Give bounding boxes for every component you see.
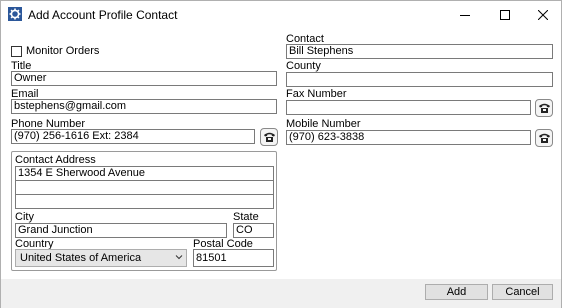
- maximize-button[interactable]: [487, 1, 523, 29]
- title-field[interactable]: Owner: [11, 71, 277, 86]
- monitor-orders-checkbox[interactable]: [11, 45, 22, 57]
- mobile-field[interactable]: (970) 623-3838: [286, 130, 531, 145]
- county-field[interactable]: [286, 72, 553, 87]
- address-line-3-field[interactable]: [15, 194, 274, 209]
- mobile-label: Mobile Number: [286, 118, 361, 130]
- monitor-orders-label: Monitor Orders: [26, 45, 100, 57]
- title-bar: Add Account Profile Contact: [1, 1, 561, 29]
- add-button[interactable]: Add: [425, 284, 488, 300]
- chevron-down-icon: [175, 255, 183, 260]
- monitor-orders-row[interactable]: Monitor Orders: [11, 45, 99, 57]
- country-select-value: United States of America: [20, 252, 142, 264]
- state-label: State: [233, 211, 259, 223]
- contact-address-label: Contact Address: [15, 154, 96, 166]
- address-line-1-field[interactable]: 1354 E Sherwood Avenue: [15, 166, 274, 181]
- fax-label: Fax Number: [286, 88, 347, 100]
- gear-icon: [8, 7, 22, 21]
- window-title: Add Account Profile Contact: [28, 8, 178, 22]
- dialog-window: Add Account Profile Contact Monitor Orde…: [0, 0, 562, 308]
- close-button[interactable]: [525, 1, 561, 29]
- phone-dial-button[interactable]: [260, 128, 278, 146]
- city-label: City: [15, 211, 34, 223]
- minimize-button[interactable]: [447, 1, 483, 29]
- telephone-icon: [538, 133, 550, 143]
- close-icon: [538, 10, 548, 20]
- fax-dial-button[interactable]: [535, 99, 553, 117]
- city-field[interactable]: Grand Junction: [15, 223, 227, 238]
- postal-code-field[interactable]: 81501: [193, 249, 274, 267]
- country-select[interactable]: United States of America: [15, 249, 187, 267]
- cancel-button[interactable]: Cancel: [492, 284, 553, 300]
- fax-field[interactable]: [286, 100, 531, 115]
- maximize-icon: [500, 10, 510, 20]
- contact-field[interactable]: Bill Stephens: [286, 44, 553, 59]
- address-line-2-field[interactable]: [15, 180, 274, 195]
- telephone-icon: [263, 132, 275, 142]
- email-field[interactable]: bstephens@gmail.com: [11, 99, 277, 114]
- telephone-icon: [538, 103, 550, 113]
- mobile-dial-button[interactable]: [535, 129, 553, 147]
- minimize-icon: [460, 15, 470, 16]
- state-field[interactable]: CO: [233, 223, 274, 238]
- county-label: County: [286, 60, 321, 72]
- phone-field[interactable]: (970) 256-1616 Ext: 2384: [11, 129, 255, 144]
- contact-address-group: Contact Address 1354 E Sherwood Avenue C…: [11, 151, 277, 271]
